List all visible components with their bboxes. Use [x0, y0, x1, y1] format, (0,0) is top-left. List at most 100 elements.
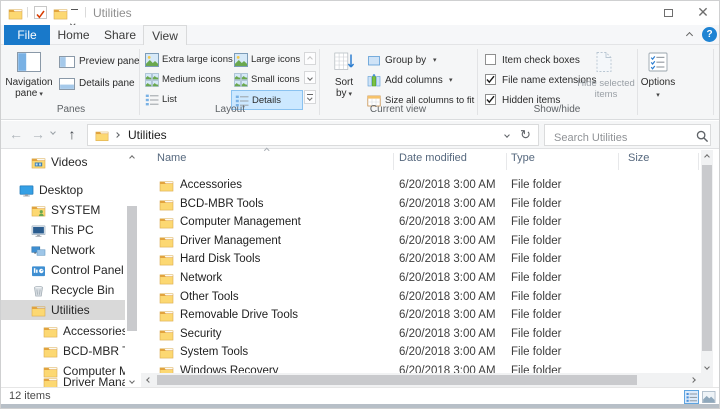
add-columns-icon	[367, 74, 381, 88]
tab-view[interactable]: View	[143, 25, 187, 45]
maximize-button[interactable]	[651, 1, 685, 24]
collapse-ribbon-icon[interactable]	[686, 32, 693, 39]
folder-icon	[43, 325, 58, 338]
details-pane-icon	[59, 78, 75, 90]
folder-icon	[159, 309, 174, 322]
address-dropdown-chevron-icon[interactable]	[504, 132, 510, 138]
group-separator	[713, 49, 714, 115]
network-icon	[31, 244, 46, 257]
sidebar-item-videos[interactable]: Videos	[1, 152, 125, 172]
gallery-scroll-down-button[interactable]	[304, 71, 316, 84]
status-bar: 12 items	[1, 387, 720, 404]
forward-button[interactable]: →	[29, 125, 47, 143]
search-icon[interactable]	[696, 130, 708, 142]
tab-file[interactable]: File	[4, 25, 50, 45]
folder-icon	[159, 198, 174, 211]
column-separator[interactable]	[506, 153, 507, 170]
details-view-toggle-button[interactable]	[684, 390, 699, 404]
tab-share[interactable]: Share	[97, 25, 143, 45]
refresh-icon[interactable]: ↻	[520, 127, 531, 143]
scroll-down-button[interactable]	[701, 360, 713, 373]
search-input[interactable]	[552, 131, 692, 145]
file-row[interactable]: Removable Drive Tools 6/20/2018 3:00 AM …	[141, 307, 701, 325]
large-icons-icon	[234, 53, 248, 67]
file-row[interactable]: Computer Management 6/20/2018 3:00 AM Fi…	[141, 214, 701, 232]
gallery-more-button[interactable]	[304, 90, 316, 104]
sidebar-item-accessories[interactable]: Accessories	[1, 321, 125, 341]
column-separator[interactable]	[393, 153, 394, 170]
scroll-left-button[interactable]	[143, 373, 155, 387]
file-row[interactable]: Driver Management 6/20/2018 3:00 AM File…	[141, 233, 701, 251]
sort-by-icon	[334, 52, 354, 71]
close-button[interactable]: ✕	[686, 1, 720, 24]
sidebar-scroll-up-button[interactable]	[126, 152, 138, 164]
address-bar[interactable]: Utilities ↻	[87, 124, 539, 146]
horizontal-scrollbar[interactable]	[141, 373, 701, 387]
file-row[interactable]: Accessories 6/20/2018 3:00 AM File folde…	[141, 177, 701, 195]
sidebar-item-control-panel[interactable]: Control Panel	[1, 260, 125, 280]
file-row[interactable]: Other Tools 6/20/2018 3:00 AM File folde…	[141, 289, 701, 307]
user-folder-icon	[31, 204, 46, 217]
sidebar-scrollbar-thumb[interactable]	[127, 206, 137, 331]
details-pane-button[interactable]: Details pane	[57, 76, 139, 94]
sidebar-item-system[interactable]: SYSTEM	[1, 200, 125, 220]
file-row[interactable]: Hard Disk Tools 6/20/2018 3:00 AM File f…	[141, 251, 701, 269]
file-row[interactable]: Security 6/20/2018 3:00 AM File folder	[141, 326, 701, 344]
file-row[interactable]: Network 6/20/2018 3:00 AM File folder	[141, 270, 701, 288]
window-bottom-edge	[1, 404, 720, 409]
gallery-scroll-up-button[interactable]	[304, 52, 316, 65]
dropdown-arrow-icon: ▾	[39, 91, 43, 98]
close-icon: ✕	[697, 4, 709, 21]
vertical-scrollbar-thumb[interactable]	[702, 165, 712, 351]
quick-access-folder-icon[interactable]	[53, 7, 68, 20]
column-separator[interactable]	[618, 153, 619, 170]
help-button[interactable]: ?	[702, 27, 717, 42]
column-header-date-modified[interactable]: Date modified	[399, 152, 499, 172]
file-row[interactable]: System Tools 6/20/2018 3:00 AM File fold…	[141, 344, 701, 362]
column-header-name[interactable]: Name	[157, 152, 387, 172]
ribbon: Navigation pane▾ Preview pane Details pa…	[1, 45, 720, 120]
search-box[interactable]	[544, 124, 711, 146]
sidebar-item-network[interactable]: Network	[1, 240, 125, 260]
folder-icon	[159, 291, 174, 304]
hide-selected-items-icon	[593, 51, 615, 73]
back-button[interactable]: ←	[7, 125, 25, 143]
breadcrumb-path[interactable]: Utilities	[128, 128, 167, 142]
preview-pane-button[interactable]: Preview pane	[57, 54, 139, 72]
add-columns-button[interactable]: Add columns ▾	[367, 73, 475, 91]
horizontal-scrollbar-thumb[interactable]	[157, 375, 637, 385]
sidebar-item-desktop[interactable]: Desktop	[1, 180, 125, 200]
recent-locations-chevron-icon[interactable]	[50, 129, 56, 135]
quick-access-check-icon[interactable]	[34, 6, 47, 19]
column-separator[interactable]	[698, 153, 699, 170]
medium-icons-icon	[145, 73, 159, 87]
tab-home[interactable]: Home	[50, 25, 97, 45]
up-button[interactable]: ↑	[63, 125, 81, 143]
folder-icon	[159, 328, 174, 341]
panes-group-label: Panes	[1, 104, 141, 116]
large-icons-button[interactable]: Large icons	[232, 52, 302, 70]
sidebar-item-utilities[interactable]: Utilities	[1, 300, 125, 320]
titlebar-separator: |	[26, 6, 29, 18]
sidebar-item-recycle-bin[interactable]: Recycle Bin	[1, 280, 125, 300]
medium-icons-button[interactable]: Medium icons	[143, 72, 243, 90]
thumbnails-view-toggle-button[interactable]	[701, 390, 716, 404]
small-icons-button[interactable]: Small icons	[232, 72, 302, 90]
group-by-button[interactable]: Group by ▾	[367, 53, 475, 71]
column-header-type[interactable]: Type	[511, 152, 601, 172]
sidebar-scroll-down-button[interactable]	[126, 375, 138, 387]
sidebar-item-bcd-mbr-tools[interactable]: BCD-MBR Tools	[1, 341, 125, 361]
sidebar-item-this-pc[interactable]: This PC	[1, 220, 125, 240]
file-row[interactable]: BCD-MBR Tools 6/20/2018 3:00 AM File fol…	[141, 196, 701, 214]
desktop-icon	[19, 184, 34, 197]
window-title: Utilities	[93, 6, 132, 20]
column-header-size[interactable]: Size	[628, 152, 688, 172]
options-button[interactable]: Options ▾	[639, 48, 677, 114]
breadcrumb-chevron-icon[interactable]	[114, 132, 120, 138]
dropdown-arrow-icon: ▾	[433, 56, 437, 64]
folder-icon	[31, 304, 46, 317]
scroll-up-button[interactable]	[701, 150, 713, 163]
vertical-scrollbar[interactable]	[701, 150, 713, 373]
extra-large-icons-button[interactable]: Extra large icons	[143, 52, 243, 70]
scroll-right-button[interactable]	[687, 373, 699, 387]
